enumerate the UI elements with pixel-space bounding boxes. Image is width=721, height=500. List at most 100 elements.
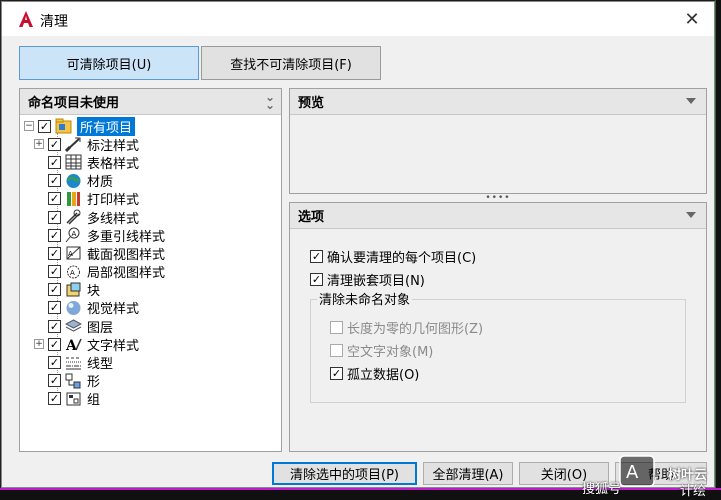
options-header[interactable]: 选项 (290, 203, 706, 229)
tree-item-label: 标注样式 (87, 138, 140, 154)
close-icon: ✕ (684, 8, 700, 30)
tab-find-non-purgeable[interactable]: 查找不可清除项目(F) (201, 46, 381, 80)
tree-item-label: 所有项目 (77, 116, 136, 136)
purge-selected-button[interactable]: 清除选中的项目(P) (272, 462, 417, 485)
tree-checkbox[interactable]: ✓ (48, 301, 61, 315)
svg-text:A: A (68, 250, 73, 258)
options-title: 选项 (298, 210, 325, 225)
tree-item-label: 打印样式 (87, 193, 140, 209)
block-icon (66, 282, 81, 297)
plot-style-icon (67, 191, 80, 206)
empty-text-checkbox[interactable] (330, 344, 343, 357)
tree-item[interactable]: ✓ 视觉样式 (20, 299, 281, 317)
collapse-icon[interactable]: − (24, 121, 34, 132)
tree-item-label: 材质 (87, 175, 114, 191)
items-tree: − ✓ 所有项目 + ✓ 标注样式 ✓ 表格样式 ✓ 材质 ✓ 打印样式 ✓ 多… (20, 115, 281, 408)
dimension-style-icon (65, 137, 81, 153)
purge-all-button[interactable]: 全部清理(A) (423, 462, 513, 485)
tree-item[interactable]: ✓ 形 (20, 372, 281, 390)
detail-view-style-icon: A (67, 265, 80, 279)
orphaned-data-label: 孤立数据(O) (347, 368, 420, 383)
close-window-button[interactable]: ✕ (680, 7, 704, 31)
tree-checkbox[interactable]: ✓ (48, 137, 61, 151)
linetype-icon (66, 357, 81, 370)
tree-item[interactable]: ✓ 组 (20, 390, 281, 408)
tree-item[interactable]: + ✓ 标注样式 (20, 135, 281, 154)
confirm-each-option[interactable]: ✓ 确认要清理的每个项目(C) (310, 247, 476, 266)
purge-nested-option[interactable]: ✓ 清理嵌套项目(N) (310, 270, 425, 289)
tree-item-label: 表格样式 (87, 156, 140, 172)
tree-checkbox[interactable]: ✓ (48, 356, 61, 370)
tree-item-label: 图层 (87, 320, 114, 336)
cad-canvas-right (715, 0, 721, 500)
orphaned-data-checkbox[interactable]: ✓ (330, 367, 343, 380)
tree-item[interactable]: ✓ A 截面视图样式 (20, 244, 281, 263)
zero-length-label: 长度为零的几何图形(Z) (347, 322, 484, 337)
purge-nested-checkbox[interactable]: ✓ (310, 273, 323, 286)
tree-item[interactable]: ✓ 打印样式 (20, 190, 281, 208)
tree-checkbox[interactable]: ✓ (48, 192, 61, 206)
cad-canvas-bottom (0, 488, 721, 500)
tree-item[interactable]: − ✓ 所有项目 (20, 116, 281, 136)
zero-length-checkbox[interactable] (330, 321, 343, 334)
tree-checkbox[interactable]: ✓ (48, 319, 61, 333)
window-title: 清理 (40, 14, 68, 30)
tree-item-label: 形 (87, 375, 101, 391)
close-button[interactable]: 关闭(O) (519, 462, 609, 485)
confirm-each-checkbox[interactable]: ✓ (310, 250, 323, 263)
collapse-triangle-icon[interactable] (686, 212, 696, 218)
multileader-style-icon: A (65, 227, 80, 243)
help-button[interactable]: 帮助 (615, 462, 707, 485)
tree-item[interactable]: ✓ 材质 (20, 172, 281, 190)
tree-checkbox[interactable]: ✓ (48, 392, 61, 406)
options-panel: 选项 ✓ 确认要清理的每个项目(C) ✓ 清理嵌套项目(N) 清除未命名对象 长… (289, 202, 707, 452)
expand-icon[interactable]: + (34, 139, 44, 150)
tree-checkbox[interactable]: ✓ (48, 155, 61, 169)
tree-checkbox[interactable]: ✓ (48, 174, 61, 188)
tree-item[interactable]: ✓ 线型 (20, 353, 281, 372)
tree-item[interactable]: ✓ 图层 (20, 317, 281, 336)
material-icon (66, 173, 81, 188)
zero-length-option[interactable]: 长度为零的几何图形(Z) (330, 318, 483, 337)
tree-item[interactable]: ✓ 块 (20, 281, 281, 299)
section-view-style-icon: A (66, 246, 81, 260)
tree-item[interactable]: ✓ 多线样式 (20, 208, 281, 227)
preview-panel: 预览 (289, 88, 707, 194)
purge-dialog: 清理 ✕ 可清除项目(U) 查找不可清除项目(F) 命名项目未使用 ⌄ ⌄ − ✓… (1, 1, 715, 488)
empty-text-option[interactable]: 空文字对象(M) (330, 341, 433, 360)
autocad-logo-icon (19, 11, 33, 27)
collapse-chevrons-icon[interactable]: ⌄ ⌄ (265, 91, 275, 111)
panel-splitter[interactable]: •••• (289, 193, 707, 203)
tree-checkbox[interactable]: ✓ (48, 265, 61, 279)
named-items-header: 命名项目未使用 ⌄ ⌄ (20, 89, 281, 115)
tree-checkbox[interactable]: ✓ (48, 228, 61, 242)
tree-item[interactable]: + ✓ A 文字样式 (20, 335, 281, 354)
tree-item[interactable]: ✓ A 局部视图样式 (20, 263, 281, 281)
shape-icon (65, 373, 81, 389)
tree-checkbox[interactable]: ✓ (48, 337, 61, 351)
collapse-triangle-icon[interactable] (686, 98, 696, 104)
tree-checkbox[interactable]: ✓ (48, 246, 61, 260)
preview-header[interactable]: 预览 (290, 89, 706, 115)
tree-item-label: 截面视图样式 (87, 247, 166, 263)
named-items-panel: 命名项目未使用 ⌄ ⌄ − ✓ 所有项目 + ✓ 标注样式 ✓ 表格样式 ✓ 材… (19, 88, 282, 452)
tree-item[interactable]: ✓ A 多重引线样式 (20, 226, 281, 245)
svg-text:A: A (70, 269, 75, 277)
all-items-icon (55, 118, 72, 134)
tree-checkbox[interactable]: ✓ (48, 374, 61, 388)
preview-title: 预览 (298, 96, 325, 111)
tree-item-label: 多重引线样式 (87, 229, 166, 245)
tree-item-label: 局部视图样式 (87, 266, 166, 282)
tree-checkbox[interactable]: ✓ (38, 119, 51, 133)
tree-checkbox[interactable]: ✓ (48, 283, 61, 297)
tree-item-label: 多线样式 (87, 211, 140, 227)
confirm-each-label: 确认要清理的每个项目(C) (327, 251, 477, 266)
purge-nested-label: 清理嵌套项目(N) (327, 274, 425, 289)
orphaned-data-option[interactable]: ✓ 孤立数据(O) (330, 364, 419, 383)
text-style-icon: A (65, 338, 82, 352)
tree-item[interactable]: ✓ 表格样式 (20, 153, 281, 172)
title-bar: 清理 ✕ (2, 2, 714, 36)
tab-purgeable-items[interactable]: 可清除项目(U) (19, 46, 199, 80)
expand-icon[interactable]: + (34, 339, 44, 350)
tree-checkbox[interactable]: ✓ (48, 210, 61, 224)
